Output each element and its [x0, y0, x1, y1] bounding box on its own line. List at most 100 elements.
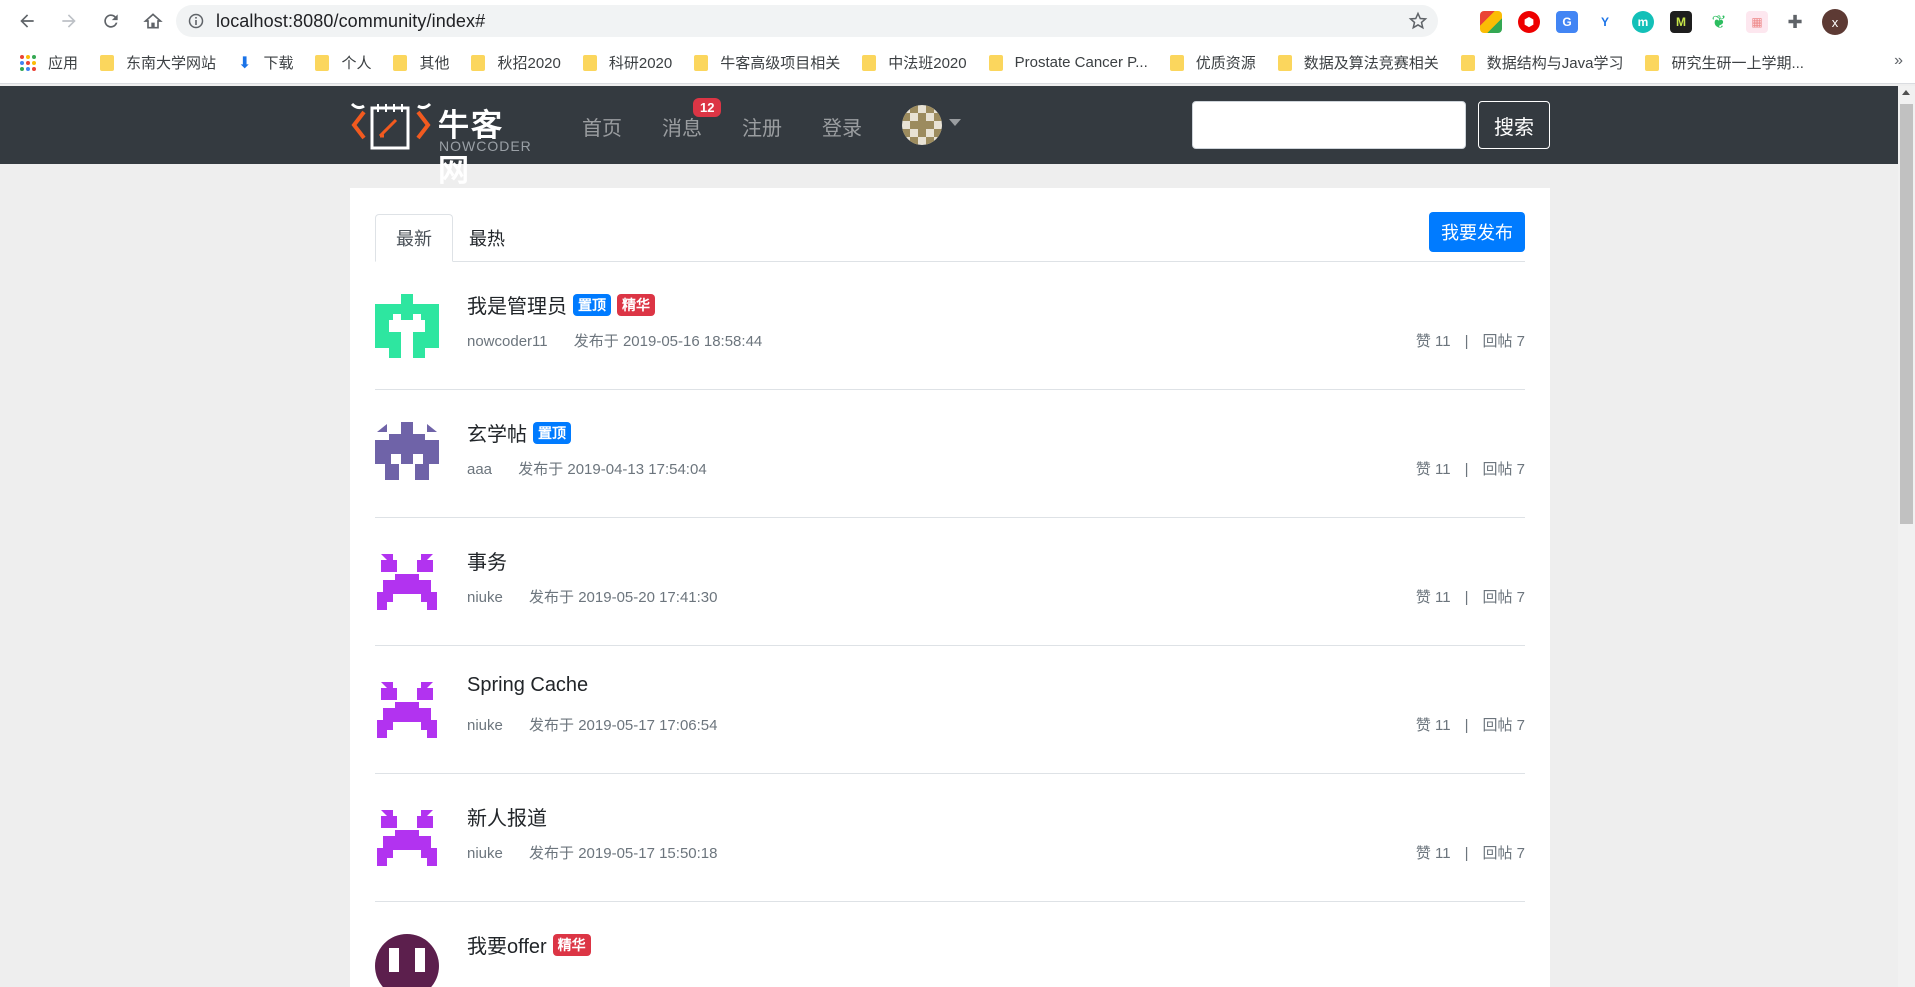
author-name[interactable]: niuke [467, 845, 503, 862]
extension-icon[interactable]: m [1632, 11, 1654, 33]
author-name[interactable]: nowcoder11 [467, 333, 548, 350]
reply-count: 回帖 7 [1482, 589, 1525, 606]
post-title[interactable]: 新人报道 [467, 802, 547, 831]
extension-icon[interactable]: M [1670, 11, 1692, 33]
folder-icon [1277, 54, 1292, 71]
more-bookmarks-icon[interactable]: » [1894, 52, 1903, 70]
bookmark-star-icon[interactable] [1408, 11, 1428, 31]
post-title[interactable]: 玄学帖 置顶 [467, 418, 571, 447]
like-count: 赞 11 [1415, 461, 1451, 478]
list-item[interactable]: 事务 niuke 发布于 2019-05-20 17:41:30 赞 11 | 回帖… [375, 518, 1525, 646]
post-stats: 赞 11 | 回帖 7 [1416, 714, 1525, 735]
post-title-text[interactable]: Spring Cache [467, 674, 588, 697]
post-title[interactable]: 我要offer 精华 [467, 930, 591, 959]
bookmark-folder[interactable]: 科研2020 [582, 52, 672, 73]
reload-icon[interactable] [100, 10, 122, 32]
list-item[interactable]: 我要offer 精华 [375, 902, 1525, 987]
user-avatar[interactable] [902, 105, 942, 145]
page-scrollbar[interactable] [1898, 86, 1915, 987]
bookmark-folder[interactable]: 秋招2020 [471, 52, 561, 73]
scroll-thumb[interactable] [1900, 104, 1913, 524]
post-title[interactable]: 事务 [467, 546, 507, 575]
post-title-text[interactable]: 新人报道 [467, 802, 547, 831]
site-logo[interactable]: 牛客网 NOWCODER [350, 98, 535, 188]
pinned-badge: 置顶 [533, 421, 571, 444]
extension-icon[interactable] [1480, 11, 1502, 33]
bookmark-label: 数据及算法竞赛相关 [1303, 55, 1439, 72]
bookmark-folder[interactable]: 研究生研一上学期... [1645, 52, 1804, 73]
home-icon[interactable] [142, 10, 164, 32]
like-count: 赞 11 [1415, 717, 1451, 734]
nav-login[interactable]: 登录 [822, 112, 862, 141]
bookmark-folder[interactable]: 优质资源 [1169, 52, 1256, 73]
post-meta: aaa 发布于 2019-04-13 17:54:04 [467, 458, 707, 479]
post-list-panel: 最新 最热 我要发布 我是管理员 置顶 精华 nowcoder11 发布于 20… [350, 188, 1550, 987]
folder-icon [393, 54, 408, 71]
post-time: 发布于 2019-05-20 17:41:30 [529, 589, 718, 606]
profile-avatar[interactable]: x [1822, 9, 1848, 35]
folder-icon [315, 54, 330, 71]
bookmark-label: 其他 [419, 55, 450, 72]
adblock-icon[interactable]: ⬢ [1518, 11, 1540, 33]
post-title[interactable]: Spring Cache [467, 674, 588, 697]
bookmark-folder[interactable]: 其他 [393, 52, 449, 73]
extension-icon[interactable]: ▦ [1746, 11, 1768, 33]
folder-icon [582, 54, 597, 71]
forward-icon[interactable] [58, 10, 80, 32]
bookmark-apps[interactable]: 应用 [20, 52, 78, 73]
author-name[interactable]: aaa [467, 461, 492, 478]
tab-hottest[interactable]: 最热 [449, 214, 525, 262]
tab-latest[interactable]: 最新 [375, 214, 453, 262]
bookmark-folder[interactable]: 牛客高级项目相关 [694, 52, 840, 73]
divider: | [1464, 461, 1469, 478]
author-avatar[interactable] [375, 294, 439, 358]
puzzle-icon[interactable]: ✚ [1784, 11, 1806, 33]
bookmark-folder[interactable]: Prostate Cancer P... [988, 54, 1148, 71]
chevron-down-icon[interactable] [949, 119, 961, 126]
author-name[interactable]: niuke [467, 589, 503, 606]
site-info-icon[interactable] [188, 13, 204, 29]
like-count: 赞 11 [1415, 589, 1451, 606]
extension-icon[interactable]: Y [1594, 11, 1616, 33]
divider: | [1464, 717, 1469, 734]
nav-register[interactable]: 注册 [742, 112, 782, 141]
post-meta: niuke 发布于 2019-05-20 17:41:30 [467, 586, 717, 607]
search-button[interactable]: 搜索 [1478, 101, 1550, 149]
author-avatar[interactable] [375, 550, 439, 614]
back-icon[interactable] [16, 10, 38, 32]
post-title-text[interactable]: 我要offer [467, 930, 547, 959]
author-avatar[interactable] [375, 934, 439, 987]
translate-icon[interactable]: G [1556, 11, 1578, 33]
list-item[interactable]: 我是管理员 置顶 精华 nowcoder11 发布于 2019-05-16 18… [375, 262, 1525, 390]
bookmark-folder[interactable]: 东南大学网站 [100, 52, 216, 73]
bookmark-label: 个人 [341, 55, 372, 72]
post-title-text[interactable]: 事务 [467, 546, 507, 575]
author-avatar[interactable] [375, 422, 439, 486]
folder-icon [471, 54, 486, 71]
bookmark-folder[interactable]: 个人 [315, 52, 371, 73]
scroll-up-icon[interactable] [1902, 90, 1910, 95]
post-stats: 赞 11 | 回帖 7 [1416, 842, 1525, 863]
list-item[interactable]: 新人报道 niuke 发布于 2019-05-17 15:50:18 赞 11 |… [375, 774, 1525, 902]
logo-subtext: NOWCODER [439, 138, 532, 154]
publish-button[interactable]: 我要发布 [1429, 212, 1525, 252]
bookmark-folder[interactable]: 中法班2020 [862, 52, 967, 73]
url-text[interactable]: localhost:8080/community/index# [216, 11, 485, 32]
author-avatar[interactable] [375, 678, 439, 742]
list-item[interactable]: 玄学帖 置顶 aaa 发布于 2019-04-13 17:54:04 赞 11 |… [375, 390, 1525, 518]
bookmark-label: 下载 [263, 55, 294, 72]
post-title-text[interactable]: 我是管理员 [467, 290, 567, 319]
address-bar[interactable]: localhost:8080/community/index# [176, 5, 1438, 37]
post-time: 发布于 2019-04-13 17:54:04 [518, 461, 707, 478]
bookmark-folder[interactable]: 数据结构与Java学习 [1460, 52, 1623, 73]
list-item[interactable]: Spring Cache niuke 发布于 2019-05-17 17:06:… [375, 646, 1525, 774]
author-name[interactable]: niuke [467, 717, 503, 734]
bookmark-download[interactable]: ⬇ 下载 [238, 52, 293, 73]
post-title[interactable]: 我是管理员 置顶 精华 [467, 290, 655, 319]
nav-home[interactable]: 首页 [582, 112, 622, 141]
author-avatar[interactable] [375, 806, 439, 870]
post-title-text[interactable]: 玄学帖 [467, 418, 527, 447]
search-input[interactable] [1192, 101, 1466, 149]
evernote-icon[interactable]: ❦ [1708, 11, 1730, 33]
bookmark-folder[interactable]: 数据及算法竞赛相关 [1277, 52, 1439, 73]
